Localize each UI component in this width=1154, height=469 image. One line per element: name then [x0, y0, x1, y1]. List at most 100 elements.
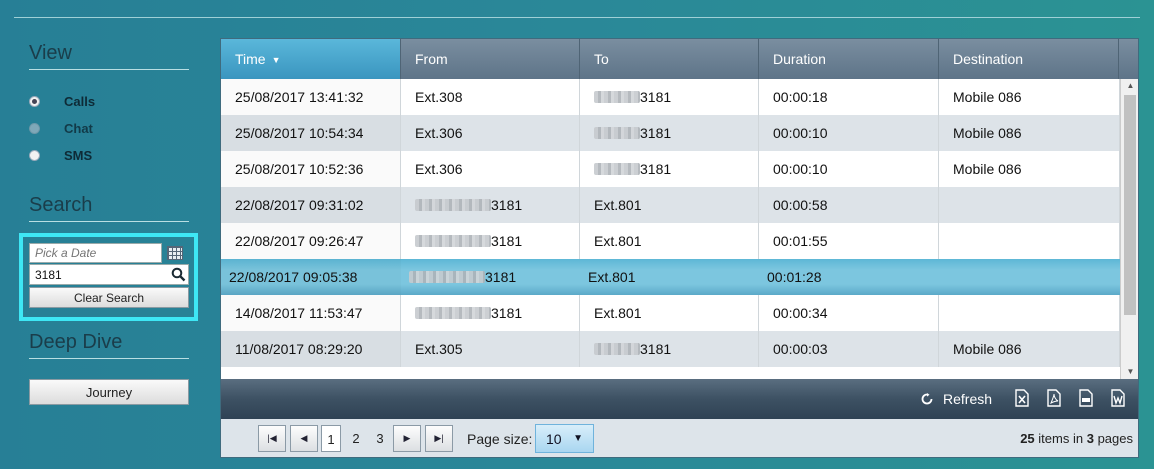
pdf-icon[interactable] [1047, 389, 1061, 407]
column-header-destination[interactable]: Destination [939, 39, 1119, 79]
table-cell-text: Mobile 086 [953, 89, 1022, 105]
grid-toolbar: Refresh [221, 379, 1138, 419]
items-in-text: items in [1038, 431, 1084, 446]
table-cell-from: 3181 [401, 187, 580, 223]
table-cell-text: 00:00:10 [773, 161, 828, 177]
first-page-icon: |◀ [267, 433, 277, 443]
page-size-value: 10 [546, 431, 562, 447]
word-icon[interactable] [1111, 389, 1125, 407]
page-size-label: Page size: [467, 431, 533, 447]
scroll-down-arrow-icon[interactable]: ▼ [1121, 365, 1138, 379]
view-title: View [29, 42, 189, 70]
table-cell-text: 3181 [485, 269, 517, 285]
table-cell-text: 3181 [640, 161, 672, 177]
refresh-label: Refresh [943, 391, 993, 407]
table-cell-text: 00:00:10 [773, 125, 828, 141]
table-cell-text: 22/08/2017 09:31:02 [235, 197, 364, 213]
prev-page-icon: ◀ [300, 433, 308, 443]
scroll-thumb[interactable] [1124, 95, 1136, 315]
excel-icon[interactable] [1015, 389, 1029, 407]
table-row[interactable]: 11/08/2017 08:29:20 Ext.305 3181 00:00:03 Mo… [221, 331, 1120, 367]
redacted-number [415, 235, 491, 247]
table-cell-duration: 00:00:03 [759, 331, 939, 367]
table-cell-text: 3181 [491, 197, 523, 213]
table-cell-to: Ext.801 [580, 295, 759, 331]
radio-calls[interactable]: Calls [29, 92, 95, 110]
table-cell-duration: 00:00:18 [759, 79, 939, 115]
journey-button[interactable]: Journey [29, 379, 189, 405]
table-cell-to: 3181 [580, 115, 759, 151]
table-cell-text: Ext.306 [415, 161, 463, 177]
radio-chat[interactable]: Chat [29, 119, 93, 137]
table-cell-time: 14/08/2017 11:53:47 [221, 295, 401, 331]
column-header-time[interactable]: Time ▼ [221, 39, 401, 79]
sort-desc-icon: ▼ [271, 55, 281, 65]
table-cell-text: Mobile 086 [953, 341, 1022, 357]
last-page-button[interactable]: ▶| [425, 425, 453, 452]
radio-chat-indicator[interactable] [29, 122, 40, 134]
page-number-3[interactable]: 3 [371, 425, 389, 452]
prev-page-button[interactable]: ◀ [290, 425, 318, 452]
table-cell-text: 00:01:28 [767, 269, 822, 285]
refresh-icon [921, 393, 933, 405]
table-cell-from: Ext.308 [401, 79, 580, 115]
total-pages: 3 [1086, 431, 1094, 446]
grid-scrollbar[interactable]: ▲ ▼ [1120, 79, 1138, 379]
table-cell-text: Ext.801 [594, 233, 642, 249]
redacted-number [594, 163, 640, 175]
table-cell-duration: 00:00:58 [759, 187, 939, 223]
table-cell-from: 3181 [401, 295, 580, 331]
table-row[interactable]: 22/08/2017 09:26:47 3181 Ext.801 00:01:55 [221, 223, 1120, 259]
table-cell-text: 14/08/2017 11:53:47 [235, 305, 363, 321]
refresh-button[interactable]: Refresh [921, 390, 992, 408]
last-page-icon: ▶| [434, 433, 444, 443]
column-header-from[interactable]: From [401, 39, 580, 79]
table-row[interactable]: 22/08/2017 09:31:02 3181 Ext.801 00:00:58 [221, 187, 1120, 223]
radio-sms-indicator[interactable] [29, 149, 40, 161]
table-row[interactable]: 14/08/2017 11:53:47 3181 Ext.801 00:00:34 [221, 295, 1120, 331]
column-header-to[interactable]: To [580, 39, 759, 79]
clear-search-button[interactable]: Clear Search [29, 287, 189, 308]
table-cell-text: Ext.801 [594, 305, 642, 321]
page-number-2[interactable]: 2 [347, 425, 365, 452]
first-page-button[interactable]: |◀ [258, 425, 286, 452]
scroll-up-arrow-icon[interactable]: ▲ [1121, 79, 1138, 93]
table-row[interactable]: 25/08/2017 10:54:34 Ext.306 3181 00:00:10 Mo… [221, 115, 1120, 151]
table-row[interactable]: 25/08/2017 13:41:32 Ext.308 3181 00:00:18 Mo… [221, 79, 1120, 115]
search-icon[interactable] [171, 267, 186, 282]
csv-icon[interactable] [1079, 389, 1093, 407]
table-cell-text: 00:00:18 [773, 89, 828, 105]
table-cell-text: 25/08/2017 10:54:34 [235, 125, 364, 141]
redacted-number [409, 271, 485, 283]
search-input[interactable] [29, 264, 189, 285]
table-cell-from: Ext.306 [401, 115, 580, 151]
table-row[interactable]: 25/08/2017 10:52:36 Ext.306 3181 00:00:10 Mo… [221, 151, 1120, 187]
table-cell-to: Ext.801 [580, 259, 759, 295]
next-page-button[interactable]: ▶ [393, 425, 421, 452]
table-cell-to: 3181 [580, 151, 759, 187]
table-cell-time: 25/08/2017 13:41:32 [221, 79, 401, 115]
table-cell-time: 25/08/2017 10:52:36 [221, 151, 401, 187]
table-cell-text: Ext.308 [415, 89, 463, 105]
page-size-select[interactable]: 10 ▼ [535, 424, 594, 453]
table-cell-text: Ext.801 [594, 197, 642, 213]
column-header-duration[interactable]: Duration [759, 39, 939, 79]
table-cell-to: Ext.801 [580, 223, 759, 259]
table-cell-text: Ext.305 [415, 341, 463, 357]
table-cell-duration: 00:00:10 [759, 151, 939, 187]
column-header-spacer [1119, 39, 1138, 79]
date-picker-input[interactable] [29, 243, 162, 263]
page-number-1[interactable]: 1 [321, 425, 341, 452]
table-row[interactable]: 22/08/2017 09:05:38 3181 Ext.801 00:01:28 [221, 259, 1120, 295]
table-cell-text: 25/08/2017 10:52:36 [235, 161, 364, 177]
table-cell-duration: 00:01:55 [759, 223, 939, 259]
redacted-number [594, 127, 640, 139]
grid-pager: |◀ ◀ 1 2 3 ▶ ▶| Page size: 10 ▼ 25 items… [221, 419, 1138, 457]
radio-sms[interactable]: SMS [29, 146, 92, 164]
table-cell-text: 00:00:03 [773, 341, 828, 357]
table-cell-duration: 00:01:28 [759, 259, 939, 295]
calendar-icon[interactable] [167, 246, 183, 260]
radio-calls-indicator[interactable] [29, 95, 40, 107]
column-header-time-label: Time [235, 51, 266, 67]
table-cell-text: 22/08/2017 09:26:47 [235, 233, 364, 249]
